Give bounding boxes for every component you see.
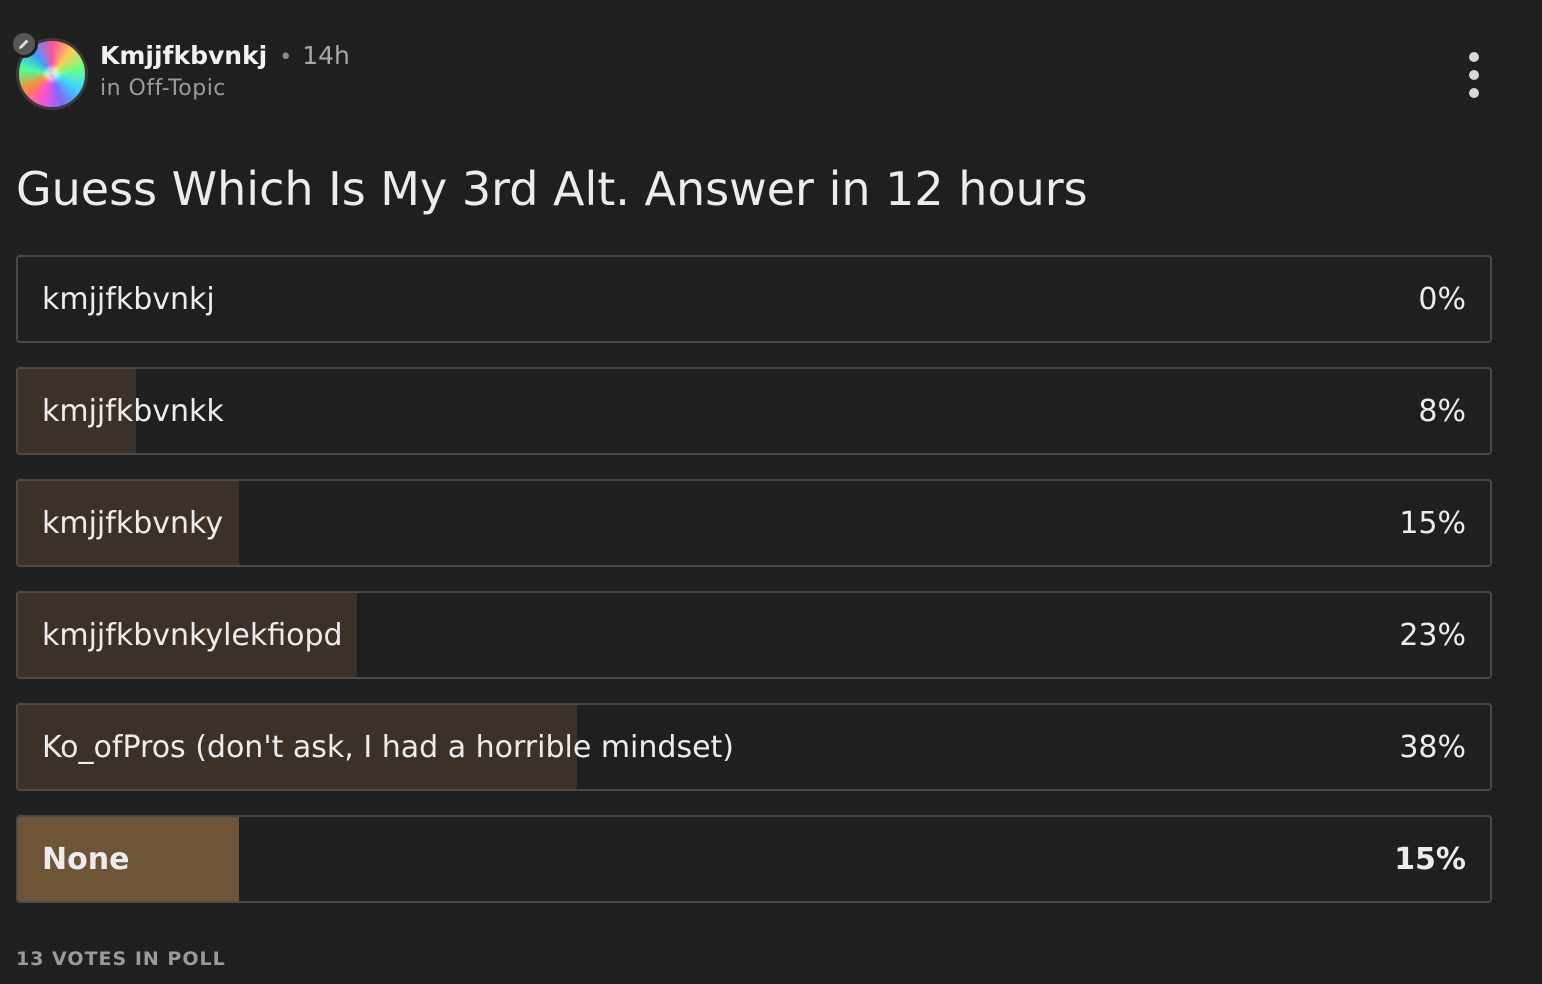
- poll-option-label: kmjjfkbvnkj: [42, 281, 215, 317]
- vote-count: 13 VOTES IN POLL: [16, 948, 226, 970]
- post-meta: Kmjjfkbvnkj • 14h in Off-Topic: [100, 40, 350, 104]
- meta-separator: •: [279, 45, 293, 70]
- poll-option-label: None: [42, 841, 130, 877]
- poll-option-percent: 38%: [1399, 729, 1466, 765]
- poll-post: Kmjjfkbvnkj • 14h in Off-Topic Guess Whi…: [0, 0, 1542, 984]
- poll-option-selected[interactable]: None 15%: [16, 815, 1492, 903]
- poll-option-percent: 8%: [1418, 393, 1466, 429]
- poll-option[interactable]: kmjjfkbvnkylekfiopd 23%: [16, 591, 1492, 679]
- poll-option[interactable]: Ko_ofPros (don't ask, I had a horrible m…: [16, 703, 1492, 791]
- post-time: 14h: [302, 41, 350, 70]
- poll-options: kmjjfkbvnkj 0% kmjjfkbvnkk 8% kmjjfkbvnk…: [16, 255, 1492, 927]
- pencil-icon[interactable]: [10, 30, 38, 58]
- poll-option-percent: 23%: [1399, 617, 1466, 653]
- poll-option-label: kmjjfkbvnky: [42, 505, 224, 541]
- poll-option[interactable]: kmjjfkbvnkj 0%: [16, 255, 1492, 343]
- poll-option-label: Ko_ofPros (don't ask, I had a horrible m…: [42, 729, 734, 765]
- community-link[interactable]: in Off-Topic: [100, 74, 350, 104]
- avatar-container[interactable]: [10, 30, 88, 110]
- more-vertical-icon[interactable]: [1454, 52, 1494, 98]
- poll-option-label: kmjjfkbvnkylekfiopd: [42, 617, 343, 653]
- poll-option-percent: 15%: [1399, 505, 1466, 541]
- post-title: Guess Which Is My 3rd Alt. Answer in 12 …: [16, 162, 1088, 216]
- poll-option[interactable]: kmjjfkbvnkk 8%: [16, 367, 1492, 455]
- poll-option[interactable]: kmjjfkbvnky 15%: [16, 479, 1492, 567]
- poll-option-percent: 0%: [1418, 281, 1466, 317]
- post-header: Kmjjfkbvnkj • 14h in Off-Topic: [10, 30, 350, 114]
- poll-option-percent: 15%: [1394, 841, 1466, 877]
- poll-option-label: kmjjfkbvnkk: [42, 393, 224, 429]
- author-name[interactable]: Kmjjfkbvnkj: [100, 40, 267, 72]
